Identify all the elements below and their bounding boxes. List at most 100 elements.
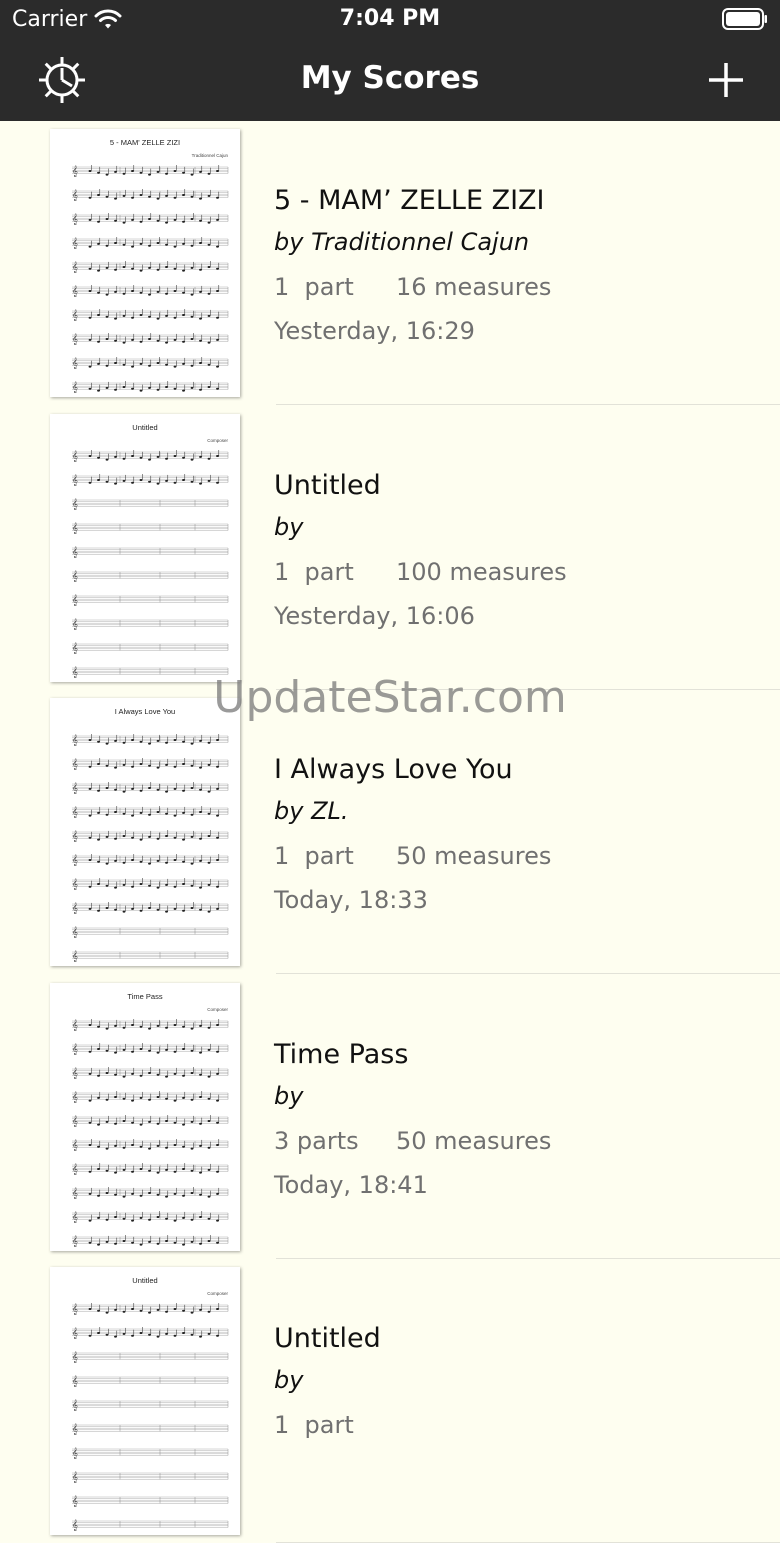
thumbnail-title: Untitled	[132, 1276, 157, 1285]
svg-text:𝄞: 𝄞	[72, 570, 78, 582]
svg-text:𝄞: 𝄞	[72, 1091, 78, 1103]
score-title: 5 - MAM’ ZELLE ZIZI	[274, 185, 545, 216]
svg-text:𝄞: 𝄞	[72, 902, 78, 914]
svg-text:𝄞: 𝄞	[72, 1187, 78, 1199]
score-composer: by	[274, 1366, 304, 1394]
staff: 𝄞	[72, 1042, 229, 1055]
svg-text:𝄞: 𝄞	[72, 309, 78, 321]
staff: 𝄞	[72, 594, 229, 606]
status-time: 7:04 PM	[339, 6, 441, 31]
staff: 𝄞	[72, 522, 229, 534]
staff: 𝄞	[72, 570, 229, 582]
status-bar: Carrier 7:04 PM	[0, 0, 780, 40]
staff: 𝄞	[72, 926, 229, 938]
score-date: Yesterday, 16:06	[274, 601, 475, 630]
score-thumbnail[interactable]: Time Pass Composer 𝄞 𝄞 𝄞 𝄞 𝄞 𝄞 𝄞 𝄞 𝄞 𝄞	[50, 982, 240, 1251]
svg-text:𝄞: 𝄞	[72, 546, 78, 558]
staff: 𝄞	[72, 449, 229, 462]
staff: 𝄞	[72, 546, 229, 558]
score-row[interactable]: Untitled Composer 𝄞 𝄞 𝄞 𝄞 𝄞 𝄞 𝄞 𝄞 𝄞 𝄞 Untitled by 1 pa…	[0, 1259, 780, 1543]
svg-text:𝄞: 𝄞	[72, 213, 78, 225]
staff: 𝄞	[72, 1186, 229, 1199]
staff: 𝄞	[72, 165, 229, 177]
sheet-music-preview: Untitled Composer 𝄞 𝄞 𝄞 𝄞 𝄞 𝄞 𝄞 𝄞 𝄞 𝄞	[72, 1276, 229, 1531]
staff: 𝄞	[72, 1399, 229, 1411]
staff: 𝄞	[72, 1447, 229, 1459]
score-title: Untitled	[274, 469, 381, 501]
svg-text:𝄞: 𝄞	[72, 926, 78, 938]
staff: 𝄞	[72, 1114, 229, 1127]
score-measures: 16 measures	[396, 273, 552, 301]
svg-text:𝄞: 𝄞	[72, 381, 78, 393]
svg-text:𝄞: 𝄞	[72, 1211, 78, 1223]
score-parts: 1 part	[274, 1411, 354, 1439]
staff: 𝄞	[72, 1471, 229, 1483]
sheet-music-preview: 5 - MAM' ZELLE ZIZI Traditionnel Cajun 𝄞 𝄞 𝄞…	[72, 138, 229, 393]
svg-text:𝄞: 𝄞	[72, 950, 78, 962]
score-title: Time Pass	[274, 1038, 409, 1070]
svg-text:𝄞: 𝄞	[72, 1399, 78, 1411]
staff: 𝄞	[72, 189, 229, 201]
staff: 𝄞	[72, 758, 229, 770]
staff: 𝄞	[72, 1234, 229, 1247]
staff: 𝄞	[72, 237, 229, 249]
score-date: Today, 18:33	[274, 886, 428, 914]
score-composer: by ZL.	[274, 797, 349, 825]
svg-text:𝄞: 𝄞	[72, 1519, 78, 1531]
svg-text:𝄞: 𝄞	[72, 1423, 78, 1435]
staff: 𝄞	[72, 806, 229, 818]
sheet-music-preview: Untitled Composer 𝄞 𝄞 𝄞 𝄞 𝄞 𝄞 𝄞 𝄞 𝄞 𝄞	[72, 423, 229, 678]
score-thumbnail[interactable]: I Always Love You 𝄞 𝄞 𝄞 𝄞 𝄞 𝄞 𝄞 𝄞 𝄞 𝄞	[50, 698, 240, 966]
staff: 𝄞	[72, 285, 229, 297]
svg-text:𝄞: 𝄞	[72, 285, 78, 297]
thumbnail-title: Time Pass	[127, 992, 162, 1001]
svg-text:𝄞: 𝄞	[72, 1139, 78, 1151]
score-measures: 50 measures	[396, 842, 552, 870]
staff: 𝄞	[72, 1351, 229, 1363]
svg-text:𝄞: 𝄞	[72, 806, 78, 818]
score-thumbnail[interactable]: Untitled Composer 𝄞 𝄞 𝄞 𝄞 𝄞 𝄞 𝄞 𝄞 𝄞 𝄞	[50, 413, 240, 682]
svg-text:𝄞: 𝄞	[72, 758, 78, 770]
thumbnail-title: Untitled	[132, 423, 157, 432]
score-date: Today, 18:41	[274, 1170, 428, 1199]
svg-text:𝄞: 𝄞	[72, 1471, 78, 1483]
score-parts: 3 parts	[274, 1126, 359, 1155]
svg-text:𝄞: 𝄞	[72, 357, 78, 369]
battery-icon	[722, 8, 767, 30]
staff: 𝄞	[72, 734, 229, 746]
score-date: Yesterday, 16:29	[274, 317, 475, 345]
score-composer: by	[274, 1081, 304, 1110]
thumbnail-composer: Composer	[207, 1291, 228, 1296]
staff: 𝄞	[72, 1210, 229, 1223]
score-measures: 100 measures	[396, 557, 567, 586]
score-thumbnail[interactable]: Untitled Composer 𝄞 𝄞 𝄞 𝄞 𝄞 𝄞 𝄞 𝄞 𝄞 𝄞	[50, 1267, 240, 1535]
staff: 𝄞	[72, 1303, 229, 1315]
score-row[interactable]: I Always Love You 𝄞 𝄞 𝄞 𝄞 𝄞 𝄞 𝄞 𝄞 𝄞 𝄞 I Always Love…	[0, 690, 780, 974]
svg-text:𝄞: 𝄞	[72, 854, 78, 866]
staff: 𝄞	[72, 473, 229, 486]
svg-text:𝄞: 𝄞	[72, 782, 78, 794]
svg-text:𝄞: 𝄞	[72, 237, 78, 249]
svg-text:𝄞: 𝄞	[72, 450, 78, 462]
staff: 𝄞	[72, 261, 229, 273]
score-row[interactable]: 5 - MAM' ZELLE ZIZI Traditionnel Cajun 𝄞 𝄞 𝄞…	[0, 121, 780, 405]
thumbnail-composer: Traditionnel Cajun	[192, 153, 229, 158]
svg-text:𝄞: 𝄞	[72, 1327, 78, 1339]
plus-icon[interactable]	[706, 60, 746, 100]
score-parts: 1 part	[274, 557, 354, 586]
score-title: Untitled	[274, 1323, 381, 1354]
staff: 𝄞	[72, 1495, 229, 1507]
score-row[interactable]: Untitled Composer 𝄞 𝄞 𝄞 𝄞 𝄞 𝄞 𝄞 𝄞 𝄞 𝄞 Untitled by 1 pa…	[0, 406, 780, 690]
staff: 𝄞	[72, 1066, 229, 1079]
staff: 𝄞	[72, 213, 229, 225]
staff: 𝄞	[72, 642, 229, 654]
score-thumbnail[interactable]: 5 - MAM' ZELLE ZIZI Traditionnel Cajun 𝄞 𝄞 𝄞…	[50, 129, 240, 397]
svg-text:𝄞: 𝄞	[72, 666, 78, 678]
score-measures: 50 measures	[396, 1126, 552, 1155]
staff: 𝄞	[72, 1162, 229, 1175]
score-row[interactable]: Time Pass Composer 𝄞 𝄞 𝄞 𝄞 𝄞 𝄞 𝄞 𝄞 𝄞 𝄞 Time Pass by 3 …	[0, 975, 780, 1259]
staff: 𝄞	[72, 1423, 229, 1435]
svg-text:𝄞: 𝄞	[72, 474, 78, 486]
page-title: My Scores	[300, 60, 480, 96]
staff: 𝄞	[72, 782, 229, 794]
